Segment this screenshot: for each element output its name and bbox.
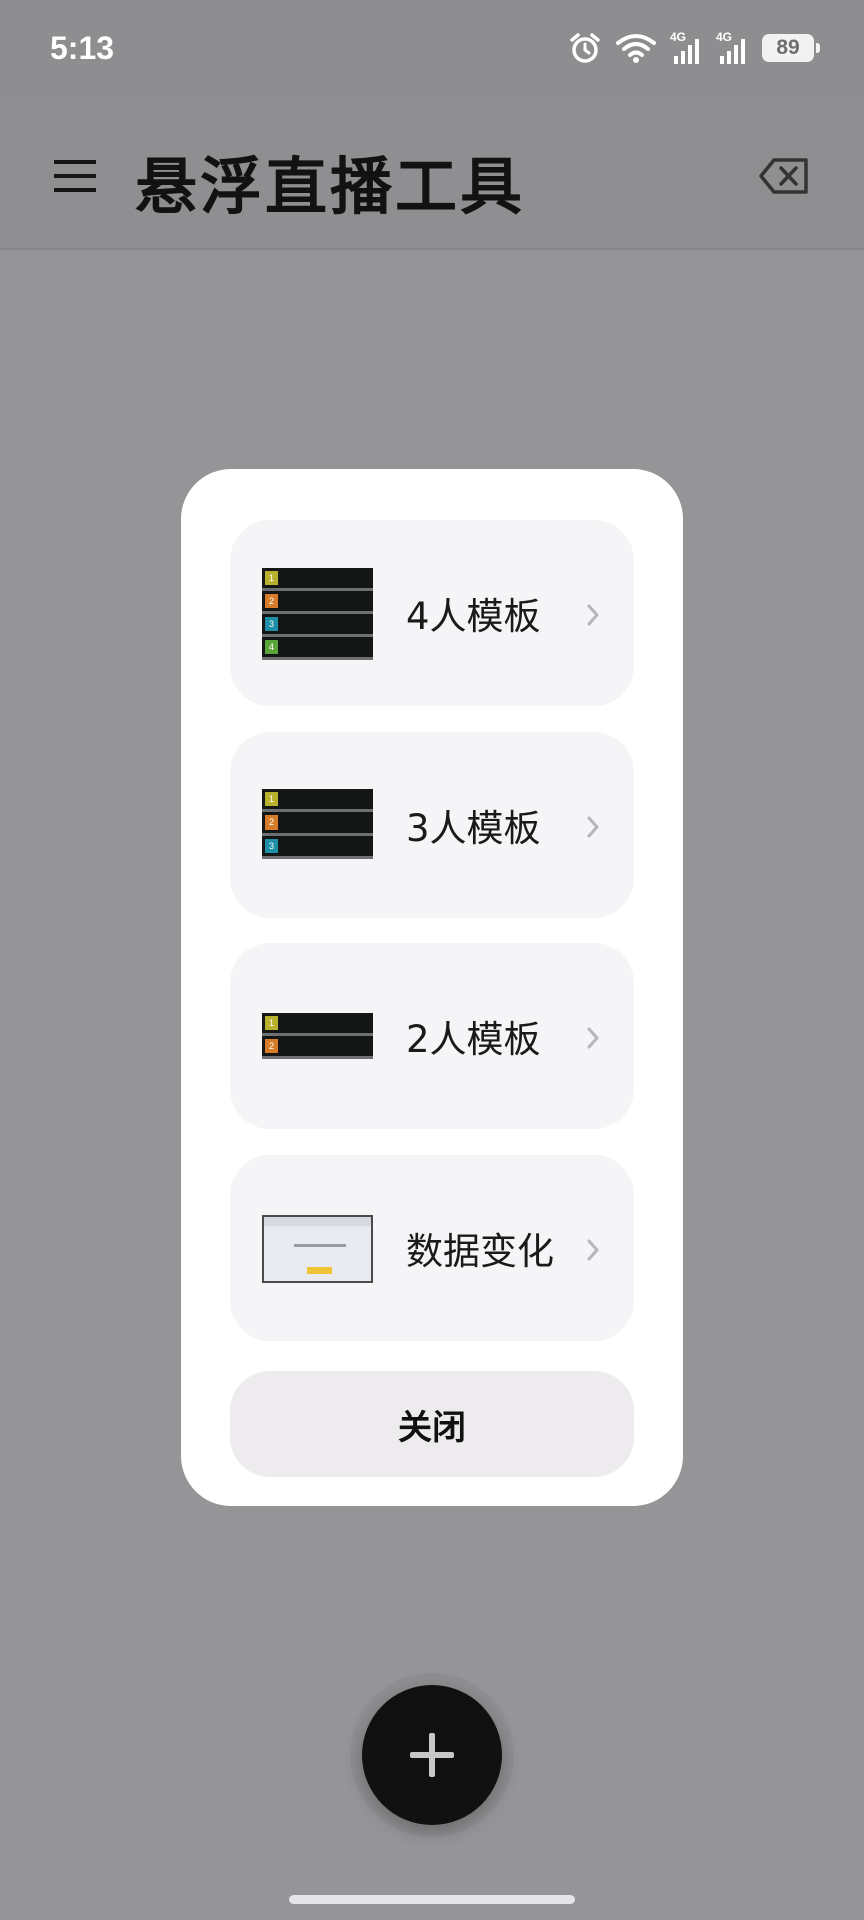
- chevron-right-icon: [587, 1239, 599, 1261]
- rank-badge: 3: [265, 617, 278, 631]
- rank-badge: 2: [265, 594, 278, 608]
- option-label: 3人模板: [406, 807, 541, 850]
- chevron-right-icon: [587, 1027, 599, 1049]
- option-label: 数据变化: [406, 1230, 554, 1273]
- add-button[interactable]: [362, 1685, 502, 1825]
- home-indicator[interactable]: [289, 1895, 575, 1904]
- wifi-icon: [616, 34, 656, 63]
- rank-badge: 2: [265, 1039, 278, 1053]
- option-4-person-template[interactable]: 1 2 3 4 4人模板: [230, 520, 634, 706]
- rank-badge: 1: [265, 792, 278, 807]
- rank-badge: 4: [265, 640, 278, 654]
- status-icons: 4G 4G 89: [568, 26, 820, 70]
- status-time: 5:13: [50, 30, 115, 66]
- network-label: 4G: [670, 30, 686, 44]
- battery-icon: 89: [762, 34, 820, 62]
- rank-badge: 1: [265, 1016, 278, 1030]
- template-thumbnail: 1 2 3: [262, 789, 373, 859]
- option-label: 2人模板: [406, 1018, 541, 1061]
- option-3-person-template[interactable]: 1 2 3 3人模板: [230, 732, 634, 918]
- template-dialog: 1 2 3 4 4人模板 1 2 3 3人模板 1 2 2人模板 数据变化 关闭: [181, 469, 683, 1506]
- option-label: 4人模板: [406, 595, 541, 638]
- menu-icon[interactable]: [52, 156, 98, 196]
- close-button[interactable]: 关闭: [230, 1371, 634, 1477]
- chevron-right-icon: [587, 604, 599, 626]
- battery-level: 89: [776, 36, 800, 59]
- backspace-icon[interactable]: [758, 156, 810, 196]
- template-thumbnail: 1 2 3 4: [262, 568, 373, 660]
- rank-badge: 3: [265, 838, 278, 853]
- rank-badge: 2: [265, 815, 278, 830]
- signal-4g-icon: 4G: [716, 30, 745, 64]
- rank-badge: 1: [265, 571, 278, 585]
- status-bar: 5:13 4G 4G 89: [0, 0, 864, 96]
- network-label: 4G: [716, 30, 732, 44]
- data-change-thumbnail: [262, 1215, 373, 1283]
- option-2-person-template[interactable]: 1 2 2人模板: [230, 943, 634, 1129]
- chevron-right-icon: [587, 816, 599, 838]
- plus-icon: [410, 1733, 454, 1777]
- alarm-icon: [570, 33, 600, 63]
- app-bar: 悬浮直播工具: [0, 96, 864, 250]
- signal-4g-icon: 4G: [670, 30, 699, 64]
- option-data-change[interactable]: 数据变化: [230, 1155, 634, 1341]
- template-thumbnail: 1 2: [262, 1013, 373, 1059]
- page-title: 悬浮直播工具: [135, 150, 526, 223]
